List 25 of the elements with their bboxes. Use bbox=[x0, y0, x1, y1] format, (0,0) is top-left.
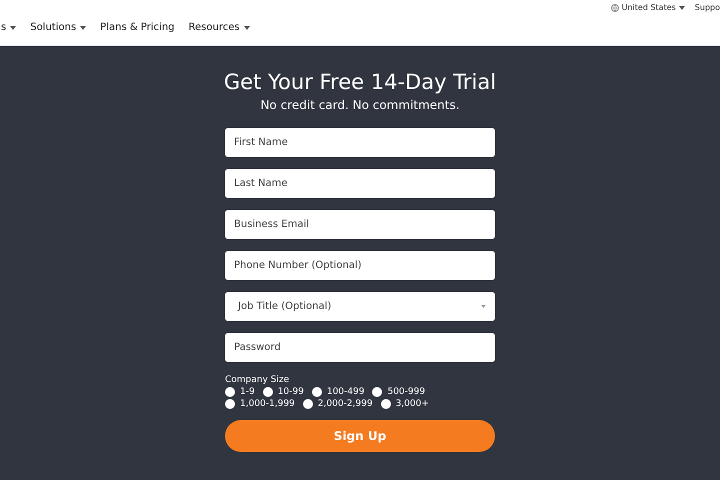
caret-icon bbox=[678, 6, 685, 10]
input-field[interactable]: Phone Number (Optional) bbox=[225, 251, 495, 280]
company-size-option[interactable]: 1-9 bbox=[225, 387, 255, 397]
company-size-option[interactable]: 3,000+ bbox=[380, 399, 429, 409]
nav-link[interactable]: Resources bbox=[188, 22, 250, 33]
nav-link[interactable]: Plans & Pricing bbox=[100, 22, 175, 33]
company-size-option[interactable]: 2,000-2,999 bbox=[302, 399, 373, 409]
input-field[interactable]: Last Name bbox=[225, 169, 495, 198]
input-field[interactable]: First Name bbox=[225, 128, 495, 157]
form-subtitle: No credit card. No commitments. bbox=[260, 98, 460, 112]
region-selector[interactable]: United States bbox=[610, 3, 685, 12]
caret-icon bbox=[481, 305, 486, 308]
company-size-option[interactable]: 10-99 bbox=[262, 387, 304, 397]
company-size-option[interactable]: 500-999 bbox=[372, 387, 426, 397]
nav-link[interactable]: Solutions bbox=[30, 22, 86, 33]
support-link[interactable]: Suppo bbox=[694, 3, 720, 12]
input-field[interactable]: Password bbox=[225, 333, 495, 362]
globe-icon bbox=[610, 4, 619, 12]
company-size-option[interactable]: 1,000-1,999 bbox=[225, 399, 295, 409]
form-title: Get Your Free 14-Day Trial bbox=[224, 70, 496, 94]
company-size-option[interactable]: 100-499 bbox=[312, 387, 364, 397]
input-field[interactable]: Business Email bbox=[225, 210, 495, 239]
company-size-label: Company Size bbox=[225, 375, 290, 385]
job-title-select[interactable]: Job Title (Optional) bbox=[225, 292, 495, 321]
nav-link[interactable]: s bbox=[1, 22, 16, 33]
